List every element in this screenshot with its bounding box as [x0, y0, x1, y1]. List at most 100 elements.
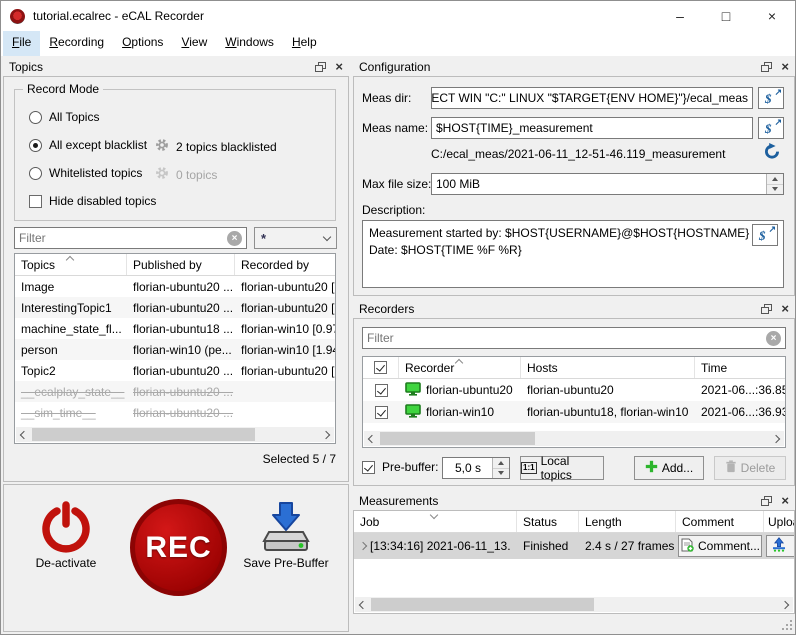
insert-variable-button[interactable]: $↗: [752, 224, 778, 246]
recorders-table-header: Recorder Hosts Time: [363, 357, 785, 379]
menu-windows[interactable]: Windows: [216, 31, 283, 56]
menu-recording[interactable]: Recording: [40, 31, 113, 56]
close-panel-icon[interactable]: [781, 62, 789, 72]
rec-button[interactable]: REC: [130, 499, 227, 596]
float-panel-icon[interactable]: [761, 304, 771, 314]
column-header-hosts[interactable]: Hosts: [521, 357, 695, 378]
resize-grip[interactable]: [781, 619, 792, 630]
local-topics-button[interactable]: 1:1 Local topics: [520, 456, 604, 480]
column-header-upload[interactable]: Upload: [764, 511, 794, 532]
maximize-button[interactable]: □: [703, 1, 749, 31]
close-button[interactable]: ×: [749, 1, 795, 31]
clear-filter-icon[interactable]: [766, 331, 781, 346]
column-header-length[interactable]: Length: [579, 511, 676, 532]
menu-file[interactable]: File: [3, 31, 40, 56]
max-file-size-label: Max file size:: [362, 173, 431, 195]
recorder-checkbox[interactable]: [375, 384, 388, 397]
close-panel-icon[interactable]: [335, 62, 343, 72]
horizontal-scrollbar[interactable]: [16, 427, 334, 442]
horizontal-scrollbar[interactable]: [355, 597, 793, 612]
table-row[interactable]: Imageflorian-ubuntu20 ...florian-ubuntu2…: [15, 276, 335, 297]
float-panel-icon[interactable]: [315, 62, 325, 72]
add-recorder-button[interactable]: Add...: [634, 456, 704, 480]
table-row[interactable]: machine_state_fl...florian-ubuntu18 ...f…: [15, 318, 335, 339]
measurements-panel-titlebar: Measurements: [353, 490, 795, 510]
topics-panel-titlebar: Topics: [3, 56, 349, 76]
pre-buffer-checkbox[interactable]: [362, 461, 375, 474]
scroll-left-icon[interactable]: [16, 432, 32, 438]
gear-icon[interactable]: [155, 138, 169, 155]
configuration-panel-title: Configuration: [359, 60, 430, 74]
meas-name-input[interactable]: $HOST{TIME}_measurement: [431, 117, 753, 139]
scroll-right-icon[interactable]: [318, 432, 334, 438]
description-textarea[interactable]: Measurement started by: $HOST{USERNAME}@…: [362, 220, 784, 288]
delete-recorder-button[interactable]: Delete: [714, 456, 786, 480]
topics-filter-input[interactable]: [19, 231, 227, 245]
add-comment-button[interactable]: Comment...: [678, 535, 762, 557]
column-header-published-by[interactable]: Published by: [127, 254, 235, 275]
select-all-checkbox[interactable]: [363, 357, 399, 378]
recorders-filter-input[interactable]: [367, 331, 766, 345]
scroll-right-icon[interactable]: [777, 602, 793, 608]
menu-help[interactable]: Help: [283, 31, 326, 56]
horizontal-scrollbar[interactable]: [364, 431, 784, 446]
recorder-row[interactable]: florian-win10 florian-ubuntu18, florian-…: [363, 401, 785, 423]
column-header-topics[interactable]: Topics: [15, 254, 127, 275]
table-row[interactable]: InterestingTopic1florian-ubuntu20 ...flo…: [15, 297, 335, 318]
scroll-left-icon[interactable]: [364, 436, 380, 442]
topics-panel-body: Record Mode All Topics All except blackl…: [3, 76, 349, 482]
expand-row-icon[interactable]: [359, 542, 367, 550]
close-panel-icon[interactable]: [781, 304, 789, 314]
column-header-time[interactable]: Time: [695, 357, 785, 378]
topics-filter-column-combo[interactable]: *: [254, 227, 337, 249]
recorder-row[interactable]: florian-ubuntu20 florian-ubuntu20 2021-0…: [363, 379, 785, 401]
scroll-left-icon[interactable]: [355, 602, 371, 608]
column-header-recorder[interactable]: Recorder: [399, 357, 521, 378]
upload-button[interactable]: [766, 535, 794, 557]
blacklist-count-label[interactable]: 2 topics blacklisted: [176, 140, 277, 154]
recorders-panel-title: Recorders: [359, 302, 414, 316]
column-header-comment[interactable]: Comment: [676, 511, 764, 532]
rec-label: REC: [145, 531, 211, 565]
gear-icon-disabled: [155, 166, 169, 183]
recorders-filter-box: [362, 327, 786, 349]
float-panel-icon[interactable]: [761, 496, 771, 506]
description-label: Description:: [362, 203, 425, 217]
one-to-one-icon: 1:1: [521, 462, 537, 474]
radio-all-topics[interactable]: [29, 111, 42, 124]
recorder-checkbox[interactable]: [375, 406, 388, 419]
menu-options[interactable]: Options: [113, 31, 172, 56]
power-icon: [40, 542, 92, 556]
scroll-right-icon[interactable]: [768, 436, 784, 442]
column-header-recorded-by[interactable]: Recorded by: [235, 254, 335, 275]
float-panel-icon[interactable]: [761, 62, 771, 72]
record-mode-legend: Record Mode: [23, 82, 103, 96]
deactivate-button[interactable]: De-activate: [30, 501, 102, 570]
measurement-row[interactable]: [13:34:16] 2021-06-11_13... Finished 2.4…: [354, 533, 794, 559]
table-row[interactable]: Topic2florian-ubuntu20 ...florian-ubuntu…: [15, 360, 335, 381]
radio-whitelisted-topics[interactable]: [29, 167, 42, 180]
filter-combo-value: *: [261, 231, 266, 246]
pre-buffer-label: Pre-buffer:: [382, 460, 438, 474]
table-row-disabled[interactable]: __sim_time__florian-ubuntu20 ...: [15, 402, 335, 423]
hide-disabled-topics-checkbox[interactable]: [29, 195, 42, 208]
radio-all-except-blacklist[interactable]: [29, 139, 42, 152]
menu-view[interactable]: View: [172, 31, 216, 56]
refresh-icon[interactable]: [764, 143, 780, 162]
column-header-status[interactable]: Status: [517, 511, 579, 532]
meas-dir-input[interactable]: $TARGET{OSSELECT WIN "C:" LINUX "$TARGET…: [431, 87, 753, 109]
minimize-button[interactable]: –: [657, 1, 703, 31]
pre-buffer-spinbox[interactable]: 5,0 s: [442, 457, 510, 479]
spinner-arrows[interactable]: [766, 174, 783, 194]
clear-filter-icon[interactable]: [227, 231, 242, 246]
save-prebuffer-button[interactable]: Save Pre-Buffer: [238, 499, 334, 570]
insert-variable-button[interactable]: $↗: [758, 87, 784, 109]
spinner-arrows[interactable]: [492, 458, 509, 478]
table-row-disabled[interactable]: __ecalplay_state__florian-ubuntu20 ...: [15, 381, 335, 402]
max-file-size-spinbox[interactable]: 100 MiB: [431, 173, 784, 195]
whitelist-count-label: 0 topics: [176, 168, 217, 182]
table-row[interactable]: personflorian-win10 (pe...florian-win10 …: [15, 339, 335, 360]
insert-variable-button[interactable]: $↗: [758, 117, 784, 139]
close-panel-icon[interactable]: [781, 496, 789, 506]
column-header-job[interactable]: Job: [354, 511, 517, 532]
